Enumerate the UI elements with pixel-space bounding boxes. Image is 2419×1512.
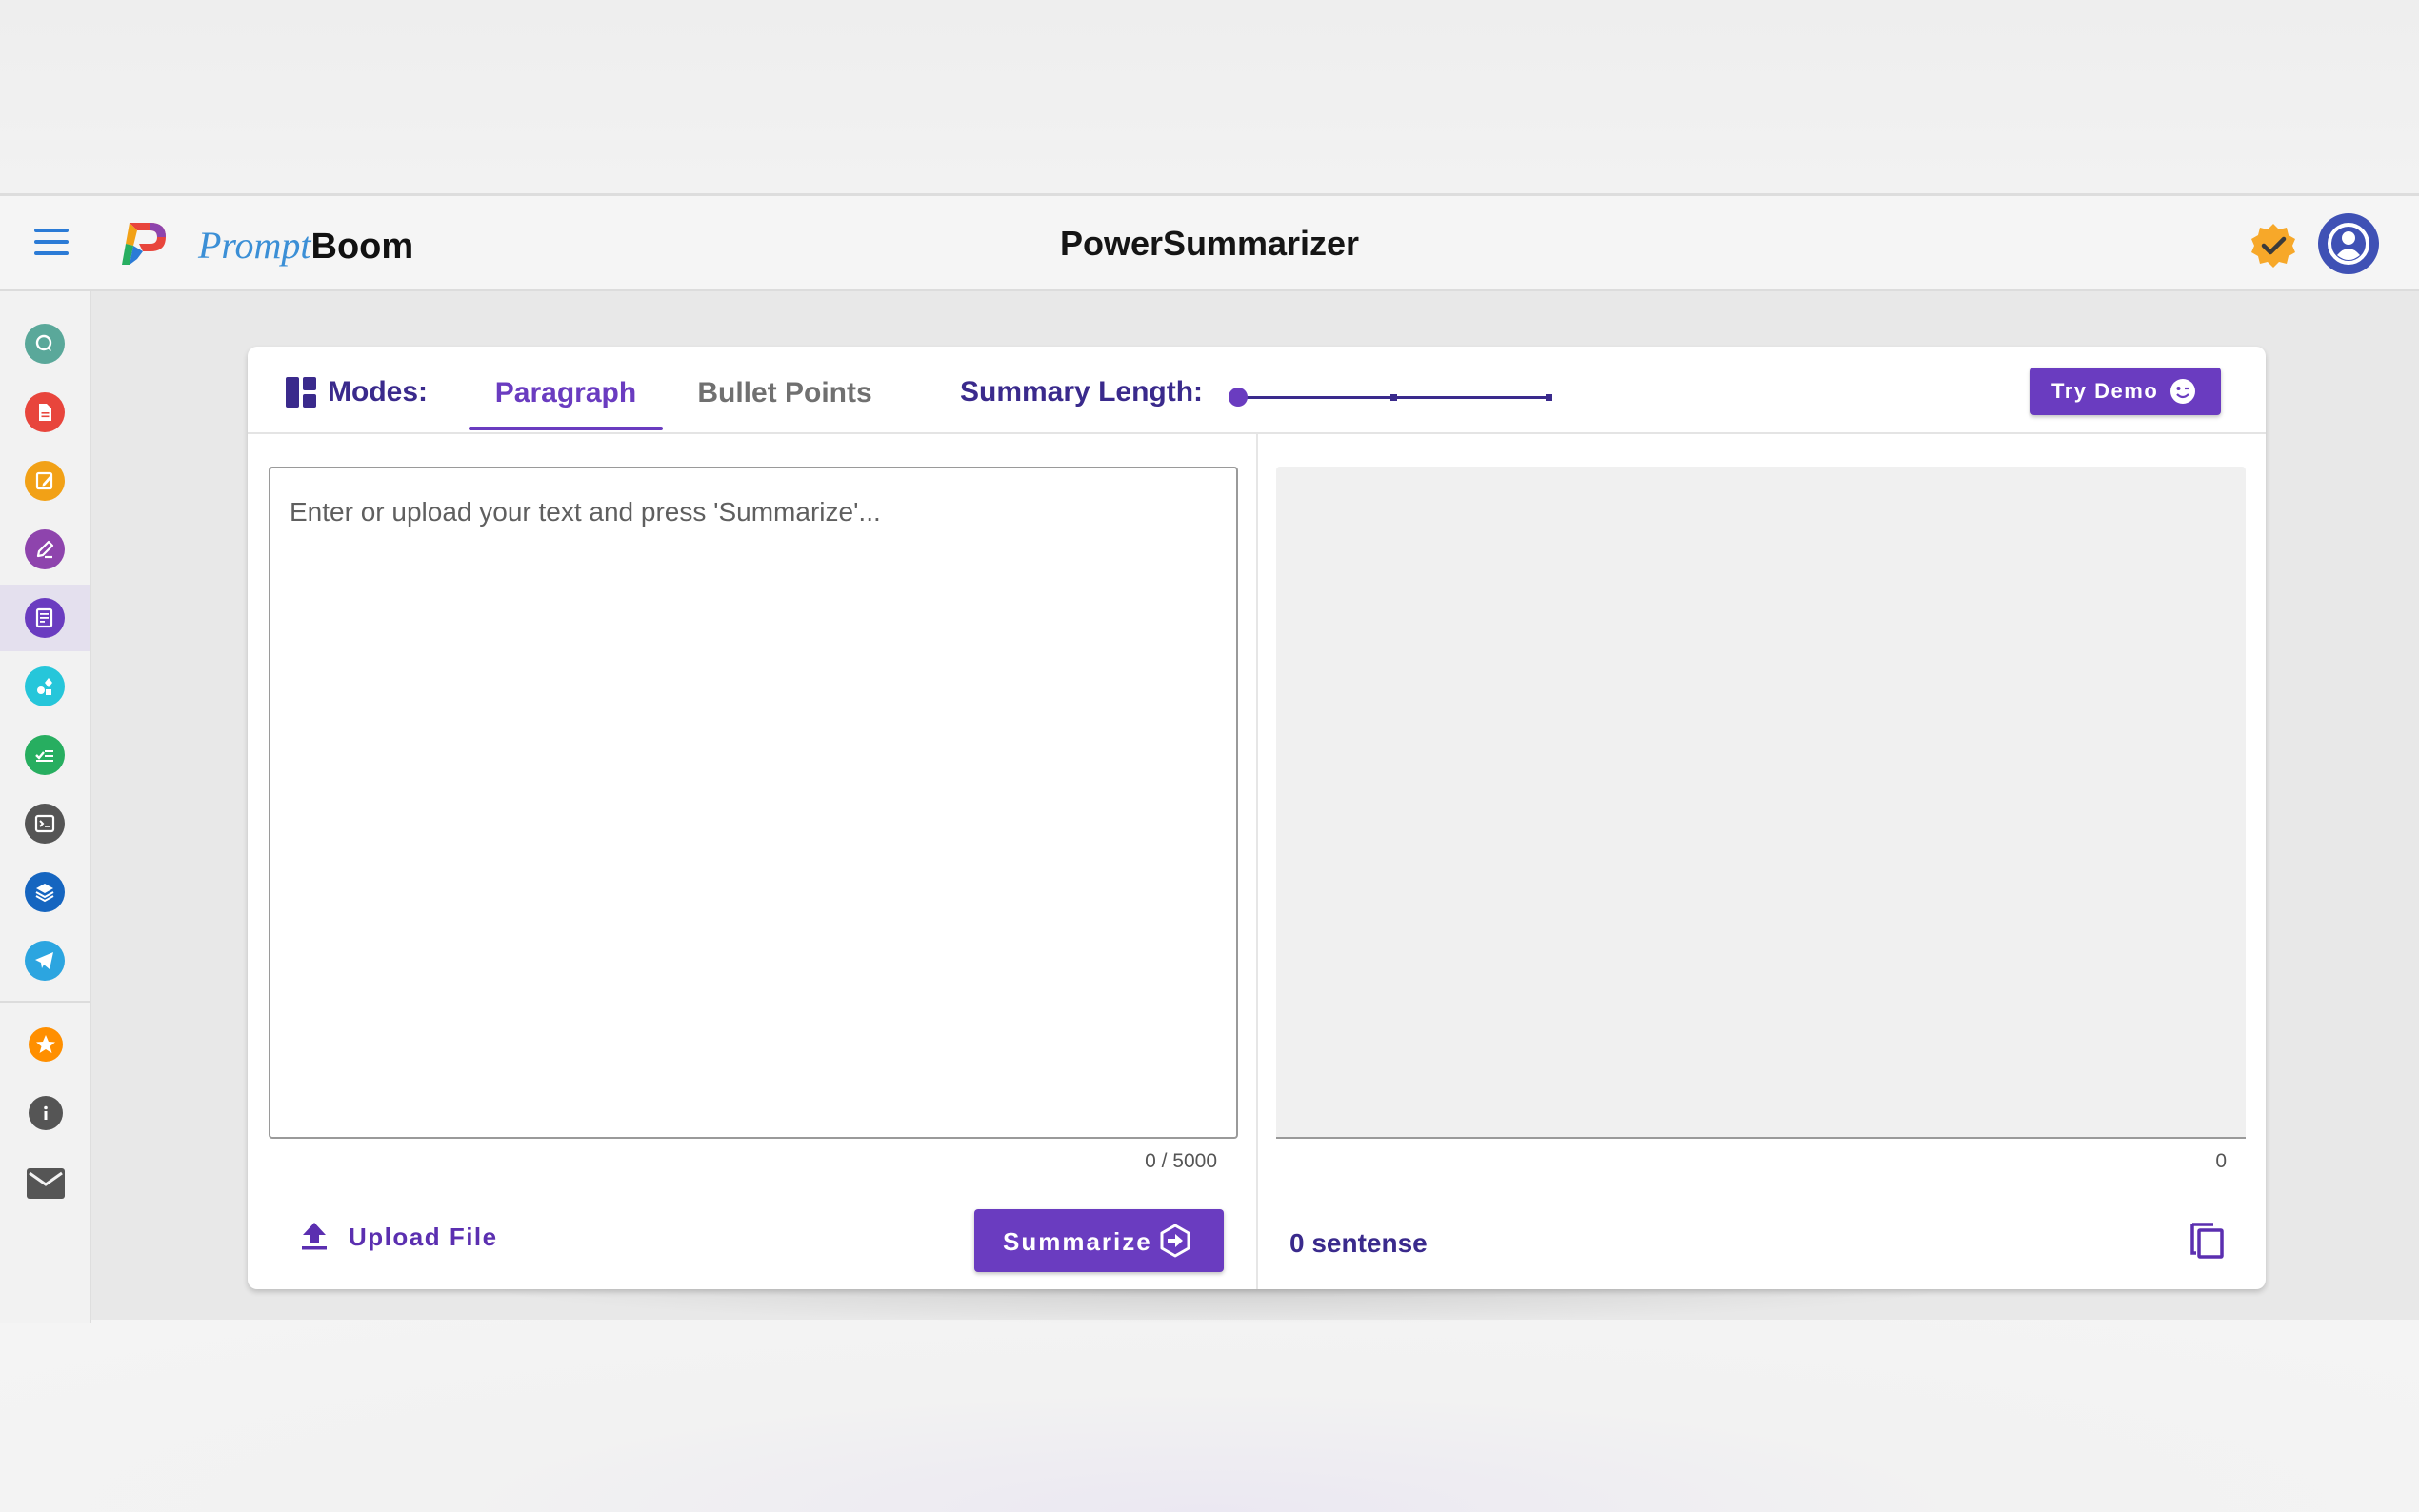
sidebar-item-telegram[interactable] — [0, 927, 90, 994]
slider-tick — [1546, 394, 1552, 401]
summarize-button[interactable]: Summarize — [974, 1209, 1224, 1272]
layers-icon — [35, 884, 54, 903]
sentence-count: 0 sentense — [1289, 1228, 1428, 1258]
mode-toolbar: Modes: Paragraph Bullet Points Summary L… — [248, 347, 2266, 434]
mail-icon — [27, 1168, 65, 1199]
try-demo-button[interactable]: Try Demo — [2030, 368, 2221, 415]
page-title: PowerSummarizer — [1059, 224, 1360, 263]
sidebar-divider — [0, 1001, 90, 1003]
sidebar-item-terminal[interactable] — [0, 790, 90, 857]
edit-note-icon — [35, 471, 53, 490]
sidebar-item-pen[interactable] — [0, 516, 90, 583]
wink-face-icon — [2170, 379, 2195, 404]
hexagon-arrow-icon — [1160, 1224, 1190, 1258]
dashboard-icon — [286, 377, 316, 408]
summary-length-slider[interactable] — [1229, 385, 1562, 413]
sidebar-item-favorites[interactable] — [0, 1012, 90, 1079]
summarizer-card: Modes: Paragraph Bullet Points Summary L… — [248, 347, 2266, 1289]
app-header: PromptBoom PowerSummarizer — [0, 196, 2419, 291]
input-char-counter: 0 / 5000 — [1145, 1150, 1217, 1172]
account-avatar[interactable] — [2318, 213, 2379, 274]
document-icon — [39, 404, 51, 421]
page-backdrop-bottom — [0, 1320, 2419, 1512]
slider-tick — [1390, 394, 1397, 401]
sidebar-item-checklist[interactable] — [0, 722, 90, 788]
tab-paragraph[interactable]: Paragraph — [469, 375, 663, 411]
shapes-icon — [37, 678, 52, 695]
pen-icon — [36, 540, 54, 559]
summary-length-label: Summary Length: — [960, 376, 1204, 408]
upload-file-label: Upload File — [349, 1223, 498, 1251]
card-shadow — [476, 1286, 1962, 1324]
sidebar-item-edit-note[interactable] — [0, 448, 90, 514]
output-counter: 0 — [2215, 1150, 2227, 1172]
try-demo-label: Try Demo — [2051, 379, 2159, 403]
checklist-icon — [35, 750, 53, 762]
summary-output-area — [1276, 467, 2246, 1139]
account-circle-icon — [2328, 223, 2369, 265]
sidebar-item-layers[interactable] — [0, 859, 90, 925]
verified-badge-icon[interactable] — [2249, 222, 2297, 269]
sidebar-item-contact[interactable] — [0, 1149, 90, 1216]
active-tab-indicator — [469, 427, 663, 430]
terminal-icon — [34, 814, 55, 833]
sidebar-item-summarize[interactable] — [0, 585, 90, 651]
telegram-icon — [35, 952, 53, 969]
star-icon — [36, 1035, 55, 1053]
app-window: PromptBoom PowerSummarizer Modes: Paragr… — [0, 193, 2419, 1324]
tab-bullet-points[interactable]: Bullet Points — [678, 375, 891, 411]
sidebar-item-document[interactable] — [0, 379, 90, 446]
text-input-area[interactable] — [269, 467, 1238, 1139]
summarize-label: Summarize — [1003, 1227, 1152, 1256]
copy-icon[interactable] — [2187, 1217, 2227, 1259]
text-input[interactable] — [270, 468, 1236, 1137]
sidebar-item-shapes[interactable] — [0, 653, 90, 720]
chat-icon — [35, 334, 52, 351]
modes-label: Modes: — [328, 376, 428, 408]
upload-file-button[interactable]: Upload File — [297, 1215, 516, 1257]
upload-icon — [302, 1223, 327, 1250]
sidebar — [0, 291, 91, 1323]
info-icon — [44, 1105, 48, 1120]
sidebar-item-chat[interactable] — [0, 310, 90, 377]
sidebar-item-info[interactable] — [0, 1081, 90, 1147]
summarize-icon — [35, 607, 53, 628]
pane-divider — [1256, 434, 1258, 1289]
page-backdrop-top — [0, 0, 2419, 193]
slider-thumb[interactable] — [1229, 388, 1248, 407]
